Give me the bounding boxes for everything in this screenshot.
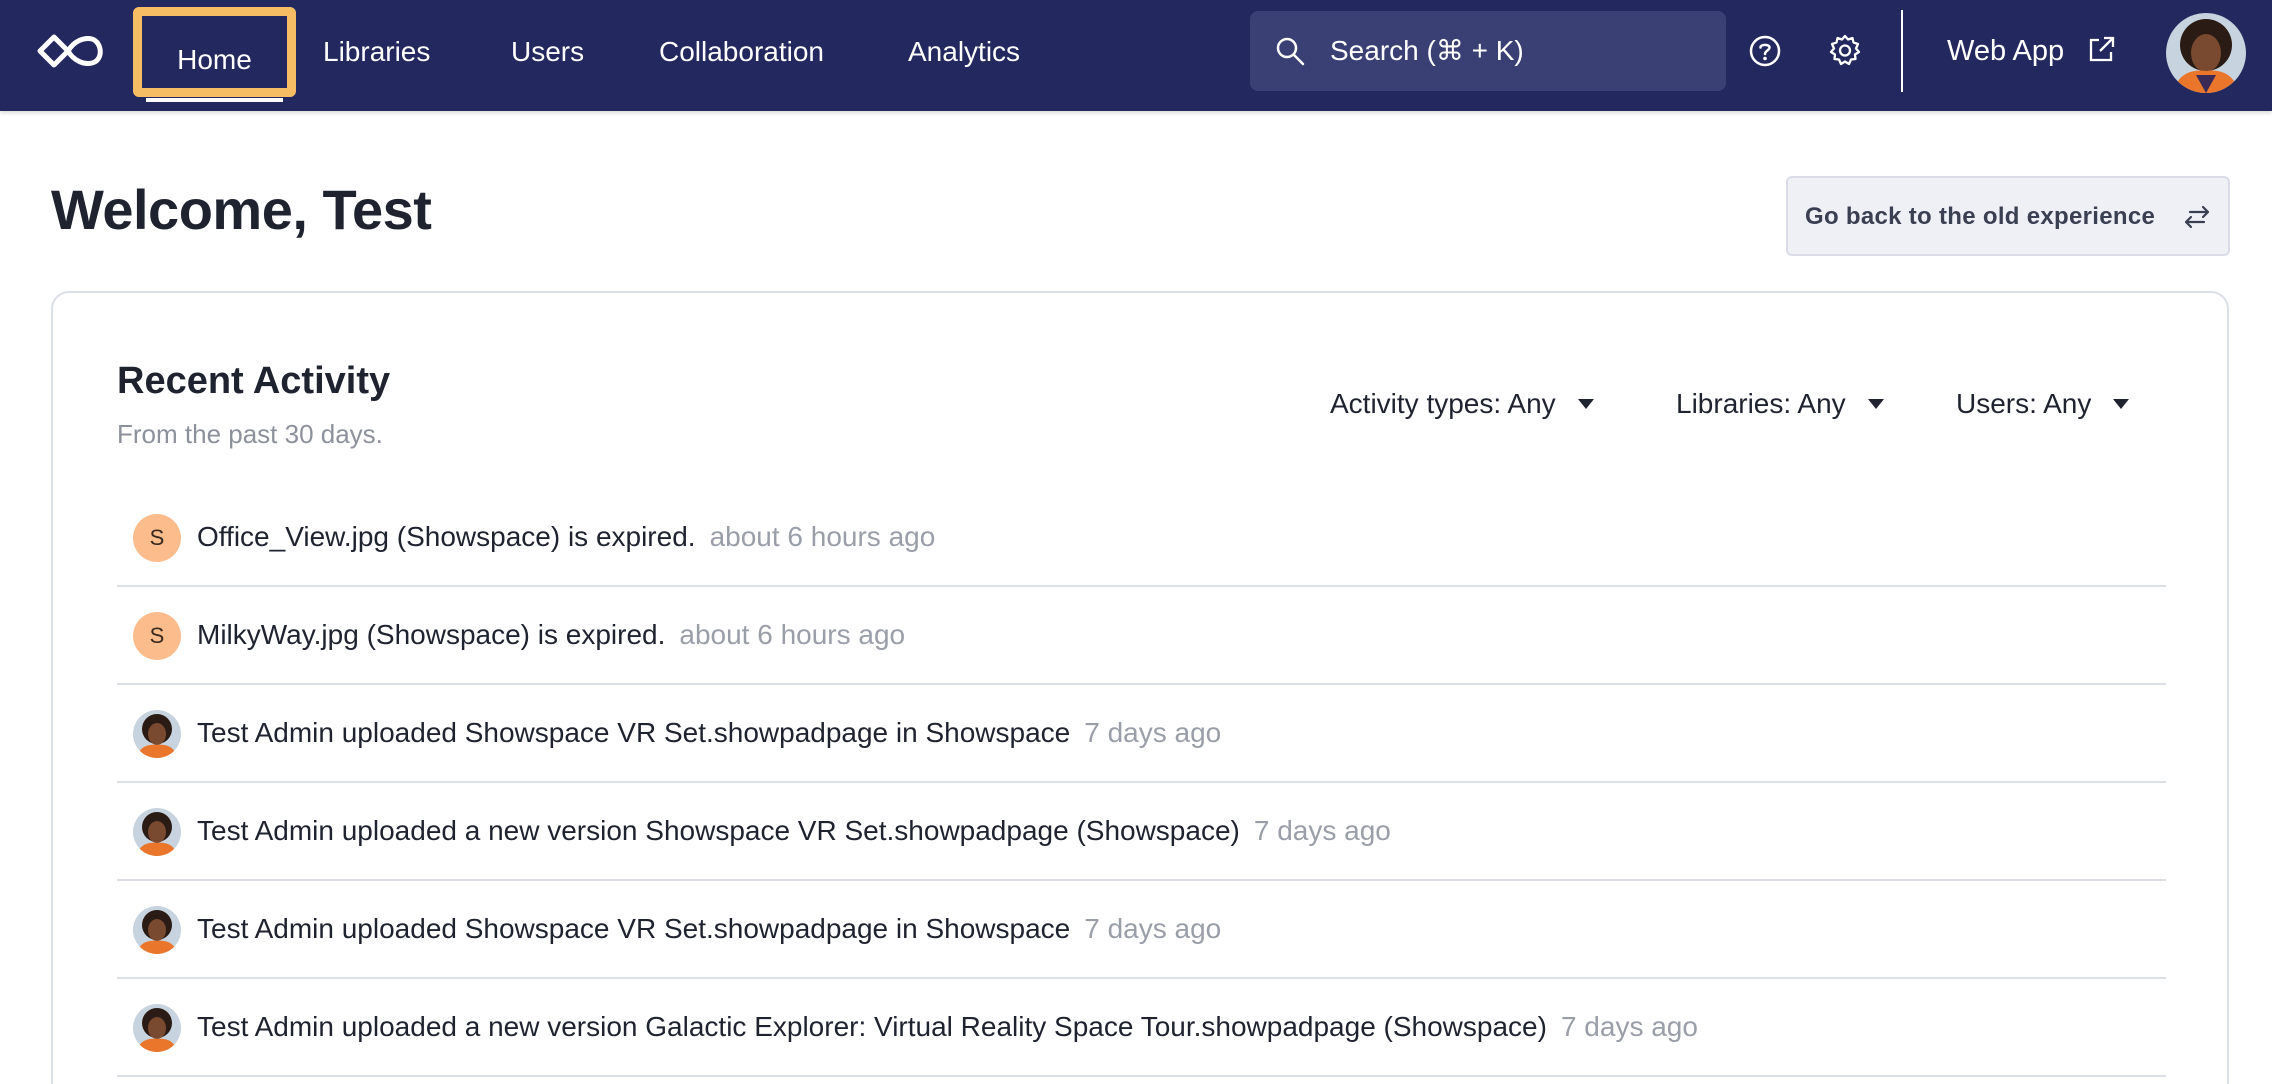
users-filter[interactable]: Users: Any [1956, 388, 2130, 420]
libraries-filter-label: Libraries: Any [1676, 388, 1846, 419]
libraries-filter[interactable]: Libraries: Any [1676, 388, 1884, 420]
activity-text: Test Admin uploaded Showspace VR Set.sho… [197, 685, 1221, 781]
activity-row: Test Admin uploaded a new version Showsp… [117, 783, 2166, 881]
recent-activity-subtitle: From the past 30 days. [117, 419, 383, 449]
activity-time: about 6 hours ago [679, 619, 906, 650]
activity-row: Test Admin uploaded Showspace VR Set.sho… [117, 881, 2166, 979]
recent-activity-card: Recent Activity From the past 30 days. A… [51, 291, 2229, 1084]
caret-down-icon [1577, 398, 1594, 409]
help-icon[interactable] [1748, 34, 1782, 68]
user-photo-icon [133, 808, 181, 856]
activity-row: S Office_View.jpg (Showspace) is expired… [117, 489, 2166, 587]
users-filter-label: Users: Any [1956, 388, 2092, 419]
activity-text: Office_View.jpg (Showspace) is expired. a… [197, 489, 935, 585]
web-app-link[interactable]: Web App [1947, 0, 2064, 103]
nav-tab-home[interactable]: Home [133, 7, 296, 102]
activity-text: MilkyWay.jpg (Showspace) is expired. abou… [197, 587, 905, 683]
user-photo-icon [133, 906, 181, 954]
old-experience-label: Go back to the old experience [1805, 203, 2156, 230]
nav-divider [1901, 10, 1903, 92]
activity-description: Test Admin uploaded a new version Showsp… [197, 815, 1240, 846]
gear-icon[interactable] [1828, 33, 1862, 67]
search-placeholder: Search (⌘ + K) [1330, 35, 1524, 66]
activity-description: Test Admin uploaded Showspace VR Set.sho… [197, 913, 1071, 944]
recent-activity-title: Recent Activity [117, 360, 391, 402]
nav-tab-analytics[interactable]: Analytics [908, 0, 1020, 111]
top-navigation-bar: Home Libraries Users Collaboration Analy… [0, 0, 2272, 111]
initial-avatar: S [133, 612, 181, 660]
activity-row: Test Admin uploaded a new version Galact… [117, 979, 2166, 1077]
search-icon [1276, 37, 1305, 66]
old-experience-button[interactable]: Go back to the old experience [1786, 176, 2230, 256]
user-avatar-photo-icon [2166, 13, 2246, 93]
caret-down-icon [2113, 398, 2130, 409]
activity-time: about 6 hours ago [709, 521, 936, 552]
activity-types-filter[interactable]: Activity types: Any [1330, 388, 1594, 420]
user-avatar[interactable] [2166, 13, 2246, 93]
activity-description: Office_View.jpg (Showspace) is expired. [197, 521, 696, 552]
nav-tab-users[interactable]: Users [511, 0, 584, 111]
activity-time: 7 days ago [1084, 717, 1222, 748]
initial-avatar: S [133, 514, 181, 562]
activity-time: 7 days ago [1560, 1011, 1698, 1042]
user-avatar [133, 710, 181, 758]
external-link-icon[interactable] [2085, 34, 2117, 66]
user-avatar [133, 808, 181, 856]
page-title: Welcome, Test [51, 178, 432, 241]
activity-description: Test Admin uploaded a new version Galact… [197, 1011, 1547, 1042]
showpad-logo-icon[interactable] [36, 26, 108, 76]
activity-list: S Office_View.jpg (Showspace) is expired… [117, 489, 2166, 1077]
activity-row: Test Admin uploaded Showspace VR Set.sho… [117, 685, 2166, 783]
activity-text: Test Admin uploaded Showspace VR Set.sho… [197, 881, 1221, 977]
search-input[interactable]: Search (⌘ + K) [1250, 11, 1726, 91]
nav-tab-libraries[interactable]: Libraries [323, 0, 430, 111]
activity-text: Test Admin uploaded a new version Showsp… [197, 783, 1391, 879]
activity-row: S MilkyWay.jpg (Showspace) is expired. ab… [117, 587, 2166, 685]
activity-description: MilkyWay.jpg (Showspace) is expired. [197, 619, 666, 650]
nav-tab-collaboration[interactable]: Collaboration [659, 0, 824, 111]
activity-time: 7 days ago [1084, 913, 1222, 944]
activity-text: Test Admin uploaded a new version Galact… [197, 979, 1698, 1075]
swap-arrows-icon [2184, 205, 2210, 229]
activity-description: Test Admin uploaded Showspace VR Set.sho… [197, 717, 1071, 748]
user-photo-icon [133, 710, 181, 758]
activity-time: 7 days ago [1253, 815, 1391, 846]
activity-types-filter-label: Activity types: Any [1330, 388, 1556, 419]
caret-down-icon [1867, 398, 1884, 409]
user-avatar [133, 906, 181, 954]
user-photo-icon [133, 1004, 181, 1052]
user-avatar [133, 1004, 181, 1052]
